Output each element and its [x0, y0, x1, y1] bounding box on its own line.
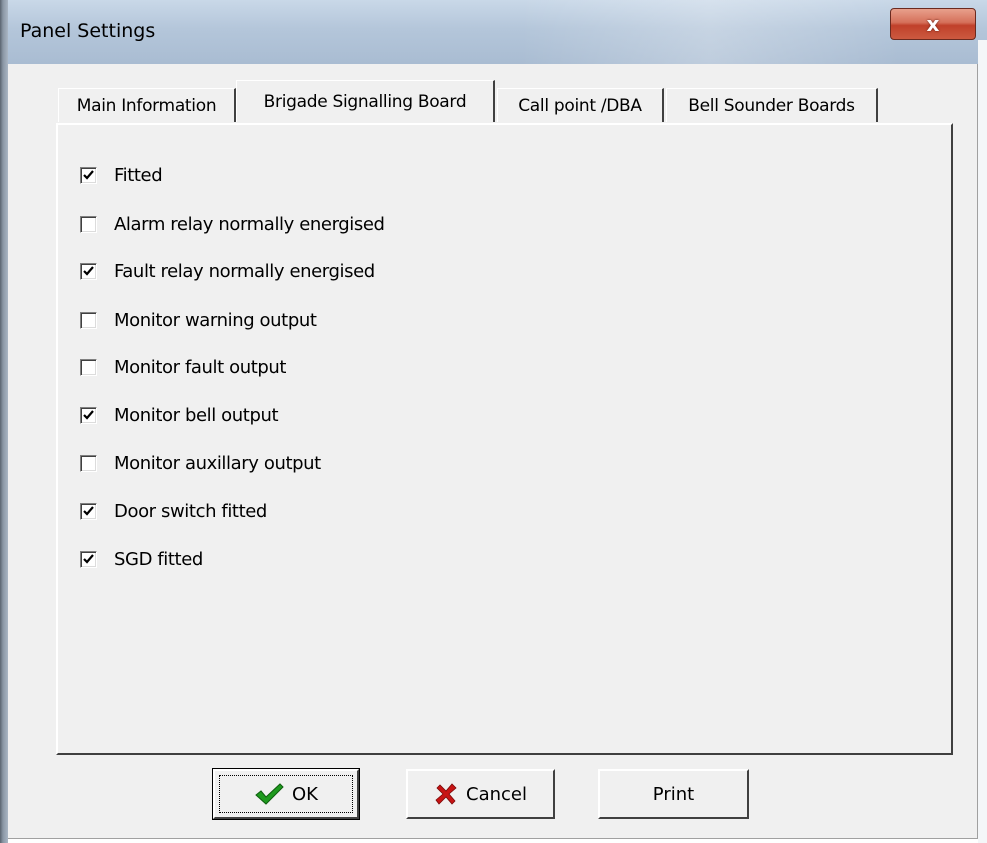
checkbox-box[interactable] [80, 166, 97, 184]
tab-call-point-dba[interactable]: Call point /DBA [497, 88, 664, 122]
checkbox-box[interactable] [80, 358, 97, 376]
close-icon: x [926, 12, 940, 36]
checkbox-box[interactable] [80, 215, 97, 233]
checkbox-label: SGD fitted [114, 548, 203, 570]
checkbox-fitted[interactable]: Fitted [80, 163, 163, 187]
checkbox-label: Door switch fitted [114, 500, 267, 522]
checkmark-icon [83, 553, 94, 564]
checkbox-label: Fault relay normally energised [114, 260, 375, 282]
checkbox-box[interactable] [80, 550, 97, 568]
checkmark-icon [83, 409, 94, 420]
tab-label: Brigade Signalling Board [263, 91, 467, 112]
window-title: Panel Settings [20, 20, 156, 42]
checkbox-monitor-auxillary-output[interactable]: Monitor auxillary output [80, 451, 321, 475]
focus-rectangle [219, 775, 353, 813]
tab-main-information[interactable]: Main Information [58, 88, 236, 122]
title-bar[interactable]: Panel Settings x [0, 0, 987, 64]
ok-button[interactable]: OK [212, 768, 360, 820]
checkbox-monitor-bell-output[interactable]: Monitor bell output [80, 403, 279, 427]
red-x-icon [434, 782, 458, 806]
checkbox-box[interactable] [80, 454, 97, 472]
checkbox-box[interactable] [80, 262, 97, 280]
checkbox-label: Monitor fault output [114, 356, 287, 378]
tab-brigade-signalling-board[interactable]: Brigade Signalling Board [236, 80, 495, 122]
close-button[interactable]: x [890, 8, 976, 40]
checkbox-label: Fitted [114, 164, 163, 186]
tab-bell-sounder-boards[interactable]: Bell Sounder Boards [666, 88, 878, 122]
checkbox-fault-relay-normally-energised[interactable]: Fault relay normally energised [80, 259, 375, 283]
checkbox-box[interactable] [80, 502, 97, 520]
print-button[interactable]: Print [598, 769, 749, 819]
checkbox-monitor-warning-output[interactable]: Monitor warning output [80, 308, 317, 332]
cancel-button-label: Cancel [466, 783, 527, 805]
checkbox-label: Monitor auxillary output [114, 452, 321, 474]
checkbox-box[interactable] [80, 406, 97, 424]
checkmark-icon [83, 265, 94, 276]
checkbox-sgd-fitted[interactable]: SGD fitted [80, 547, 203, 571]
cancel-button[interactable]: Cancel [406, 769, 555, 819]
checkbox-door-switch-fitted[interactable]: Door switch fitted [80, 499, 267, 523]
tab-label: Main Information [76, 95, 217, 116]
print-button-label: Print [652, 783, 695, 805]
checkmark-icon [83, 169, 94, 180]
checkbox-alarm-relay-normally-energised[interactable]: Alarm relay normally energised [80, 212, 385, 236]
checkbox-label: Monitor bell output [114, 404, 279, 426]
checkmark-icon [83, 505, 94, 516]
panel-settings-window: Panel Settings x Main Information Brigad… [0, 0, 987, 843]
window-left-border [0, 0, 8, 843]
checkbox-box[interactable] [80, 311, 97, 329]
tab-label: Call point /DBA [518, 95, 642, 116]
checkbox-label: Monitor warning output [114, 309, 317, 331]
tab-label: Bell Sounder Boards [688, 95, 855, 116]
checkbox-label: Alarm relay normally energised [114, 213, 385, 235]
checkbox-monitor-fault-output[interactable]: Monitor fault output [80, 355, 286, 379]
